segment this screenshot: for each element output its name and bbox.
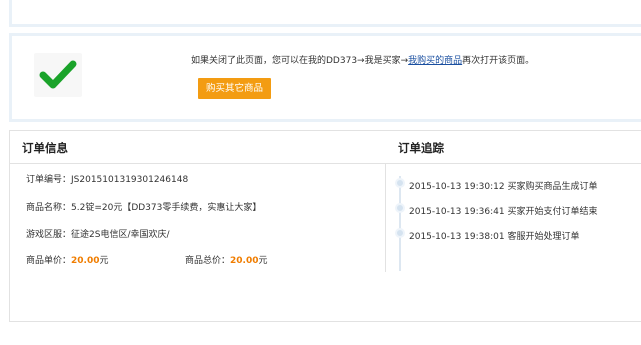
product-name-value: 5.2锭=20元【DD373零手续费，实惠让大家】 [71,203,262,213]
timeline-event: 2015-10-13 19:36:41 买家开始支付订单结束 [409,204,597,217]
game-zone-row: 游戏区服：征途2S电信区/幸国欢庆/ [26,227,170,240]
panel-divider [385,164,386,272]
timeline-line [399,176,401,271]
unit-price-row: 商品单价：20.00元 [26,253,109,266]
event-time: 2015-10-13 19:30:12 [409,182,505,192]
top-strip [9,0,641,27]
product-name-row: 商品名称：5.2锭=20元【DD373零手续费，实惠让大家】 [26,200,261,213]
success-checkmark-icon [34,53,82,97]
event-time: 2015-10-13 19:36:41 [409,207,505,217]
product-name-label: 商品名称： [26,203,72,213]
timeline-dot [395,203,405,213]
total-price-row: 商品总价：20.00元 [185,253,268,266]
notice-prefix: 如果关闭了此页面，您可以在我的DD373→我是买家→ [191,56,409,66]
event-time: 2015-10-13 19:38:01 [409,232,505,242]
total-price-value: 20.00 [230,256,259,266]
order-number-label: 订单编号： [26,175,72,185]
total-price-label: 商品总价： [185,256,231,266]
order-number-value: JS2015101319301246148 [71,175,189,185]
buy-other-products-button[interactable]: 购买其它商品 [198,78,271,99]
timeline-event: 2015-10-13 19:30:12 买家购买商品生成订单 [409,179,597,192]
timeline-event: 2015-10-13 19:38:01 客服开始处理订单 [409,229,579,242]
unit-price-currency: 元 [99,256,109,266]
notice-suffix: 再次打开该页面。 [462,56,535,66]
game-zone-label: 游戏区服： [26,230,72,240]
success-panel: 如果关闭了此页面，您可以在我的DD373→我是买家→我购买的商品再次打开该页面。… [9,33,641,122]
timeline-dot [395,178,405,188]
total-price-currency: 元 [258,256,268,266]
event-text: 买家购买商品生成订单 [507,182,598,192]
game-zone-value: 征途2S电信区/幸国欢庆/ [71,230,170,240]
order-info-title: 订单信息 [22,141,68,155]
my-purchases-link[interactable]: 我购买的商品 [408,56,462,66]
unit-price-value: 20.00 [71,256,100,266]
order-tracking-title: 订单追踪 [398,141,444,155]
event-text: 客服开始处理订单 [507,232,580,242]
order-panel: 订单信息 订单追踪 订单编号：JS2015101319301246148 商品名… [9,130,641,322]
event-text: 买家开始支付订单结束 [507,207,598,217]
order-panel-header: 订单信息 订单追踪 [10,131,641,164]
unit-price-label: 商品单价： [26,256,72,266]
order-number-row: 订单编号：JS2015101319301246148 [26,172,188,185]
reopen-notice: 如果关闭了此页面，您可以在我的DD373→我是买家→我购买的商品再次打开该页面。 [191,53,534,66]
timeline-dot [395,228,405,238]
